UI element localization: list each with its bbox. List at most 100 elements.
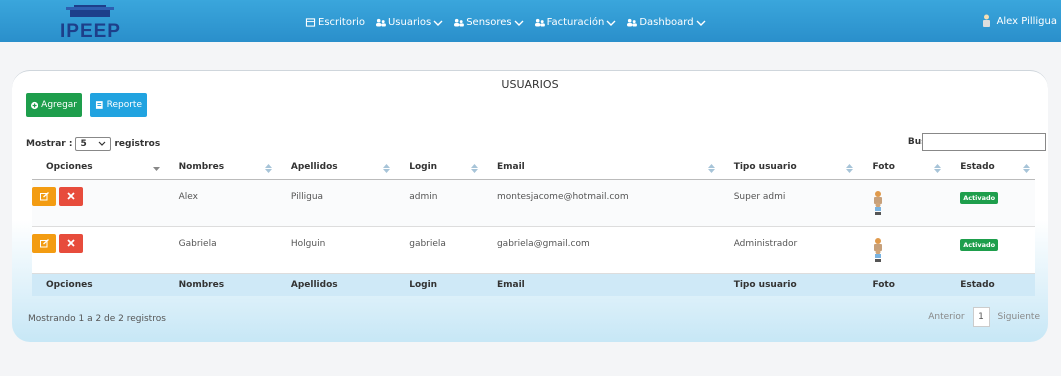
users-icon <box>454 18 465 27</box>
close-icon <box>67 192 75 200</box>
footer-col-tipo-usuario: Tipo usuario <box>719 272 859 296</box>
sort-icon <box>707 164 715 173</box>
row-options <box>32 179 165 227</box>
chevron-down-icon <box>99 141 106 146</box>
cell-estado: Activado <box>946 179 1035 227</box>
cell-foto <box>858 179 947 227</box>
cell-apellidos: Holguin <box>276 226 396 274</box>
col-header-apellidos[interactable]: Apellidos <box>276 156 396 180</box>
col-header-estado[interactable]: Estado <box>946 156 1035 180</box>
cell-estado: Activado <box>946 226 1035 274</box>
sort-desc-icon <box>152 167 160 171</box>
table-info: Mostrando 1 a 2 de 2 registros <box>28 314 166 324</box>
table-row: Gabriela Holguin gabriela gabriela@gmail… <box>32 226 1035 274</box>
footer-col-apellidos: Apellidos <box>276 272 396 296</box>
cell-login: gabriela <box>395 226 483 274</box>
edit-icon <box>39 238 49 247</box>
col-header-opciones[interactable]: Opciones <box>32 156 165 180</box>
users-table: Opciones Nombres Apellidos Login Email T… <box>32 156 1035 296</box>
nav-usuarios-label: Usuarios <box>387 17 432 28</box>
report-button-label: Reporte <box>106 100 142 110</box>
page-length-select[interactable]: 5 <box>75 137 112 151</box>
col-header-tipo-usuario[interactable]: Tipo usuario <box>719 156 859 180</box>
nav-facturacion[interactable]: Facturación <box>534 17 617 28</box>
col-header-foto[interactable]: Foto <box>858 156 947 180</box>
table-row: Alex Pilligua admin montesjacome@hotmail… <box>32 179 1035 227</box>
delete-button[interactable] <box>59 233 83 253</box>
cell-foto <box>858 226 947 274</box>
users-icon <box>375 18 386 27</box>
sort-icon <box>934 164 942 173</box>
chevron-down-icon <box>696 20 706 26</box>
report-icon <box>95 101 103 109</box>
page-length-value: 5 <box>80 139 87 149</box>
prev-page-button[interactable]: Anterior <box>928 312 964 322</box>
nav-dashboard-label: Dashboard <box>639 17 694 28</box>
report-button[interactable]: Reporte <box>90 93 147 117</box>
cell-email: gabriela@gmail.com <box>482 226 720 274</box>
logo-roof-icon <box>66 5 114 17</box>
footer-col-email: Email <box>482 272 720 296</box>
page-title: USUARIOS <box>501 78 559 91</box>
add-button[interactable]: Agregar <box>26 93 82 117</box>
sort-icon <box>470 164 478 173</box>
nav-sensores[interactable]: Sensores <box>453 17 524 28</box>
plus-circle-icon <box>31 101 39 109</box>
delete-button[interactable] <box>59 186 83 206</box>
cell-nombres: Gabriela <box>164 226 277 274</box>
users-card: USUARIOS Agregar Reporte Mostrar : 5 reg… <box>12 70 1048 342</box>
footer-col-opciones: Opciones <box>32 272 165 296</box>
close-icon <box>67 239 75 247</box>
users-icon <box>534 18 545 27</box>
sort-icon <box>846 164 854 173</box>
page-length-suffix: registros <box>114 139 161 149</box>
user-avatar-icon <box>982 14 990 27</box>
col-header-email[interactable]: Email <box>482 156 720 180</box>
cell-login: admin <box>395 179 483 227</box>
calendar-icon <box>305 18 316 27</box>
user-photo-icon <box>874 237 883 262</box>
edit-button[interactable] <box>32 233 56 253</box>
nav-escritorio-label: Escritorio <box>318 17 365 28</box>
status-badge: Activado <box>960 191 999 204</box>
user-menu[interactable]: Alex Pilligua <box>982 14 1057 28</box>
sort-icon <box>264 164 272 173</box>
footer-col-nombres: Nombres <box>164 272 277 296</box>
chevron-down-icon <box>606 20 616 26</box>
nav-sensores-label: Sensores <box>466 17 512 28</box>
cell-apellidos: Pilligua <box>276 179 396 227</box>
row-options <box>32 226 165 274</box>
nav-usuarios[interactable]: Usuarios <box>375 17 443 28</box>
col-header-nombres[interactable]: Nombres <box>164 156 277 180</box>
footer-col-login: Login <box>395 272 483 296</box>
edit-button[interactable] <box>32 186 56 206</box>
nav-escritorio[interactable]: Escritorio <box>305 17 365 28</box>
cell-tipo: Administrador <box>719 226 859 274</box>
sort-icon <box>1023 164 1030 173</box>
chevron-down-icon <box>514 20 524 26</box>
footer-col-estado: Estado <box>946 272 1035 296</box>
chevron-down-icon <box>433 20 443 26</box>
nav-dashboard[interactable]: Dashboard <box>626 17 706 28</box>
next-page-button[interactable]: Siguiente <box>998 312 1040 322</box>
col-header-login[interactable]: Login <box>395 156 483 180</box>
logo-text: IPEEP <box>60 21 121 42</box>
add-button-label: Agregar <box>41 100 77 110</box>
search-input[interactable] <box>922 133 1046 151</box>
nav-facturacion-label: Facturación <box>546 17 605 28</box>
page-length-prefix: Mostrar : <box>26 139 73 149</box>
main-nav: Escritorio Usuarios Sensores Facturación… <box>305 17 706 28</box>
pagination: Anterior 1 Siguiente <box>928 307 1040 327</box>
users-icon <box>627 18 638 27</box>
cell-tipo: Super admi <box>719 179 859 227</box>
cell-nombres: Alex <box>164 179 277 227</box>
footer-col-foto: Foto <box>858 272 947 296</box>
page-1-button[interactable]: 1 <box>972 307 990 327</box>
user-photo-icon <box>874 190 883 215</box>
user-name: Alex Pilligua <box>996 15 1057 27</box>
logo[interactable]: IPEEP <box>60 3 121 42</box>
sort-icon <box>383 164 391 173</box>
top-navbar: IPEEP Escritorio Usuarios Sensores Factu… <box>0 0 1061 42</box>
edit-icon <box>39 191 49 200</box>
cell-email: montesjacome@hotmail.com <box>482 179 720 227</box>
